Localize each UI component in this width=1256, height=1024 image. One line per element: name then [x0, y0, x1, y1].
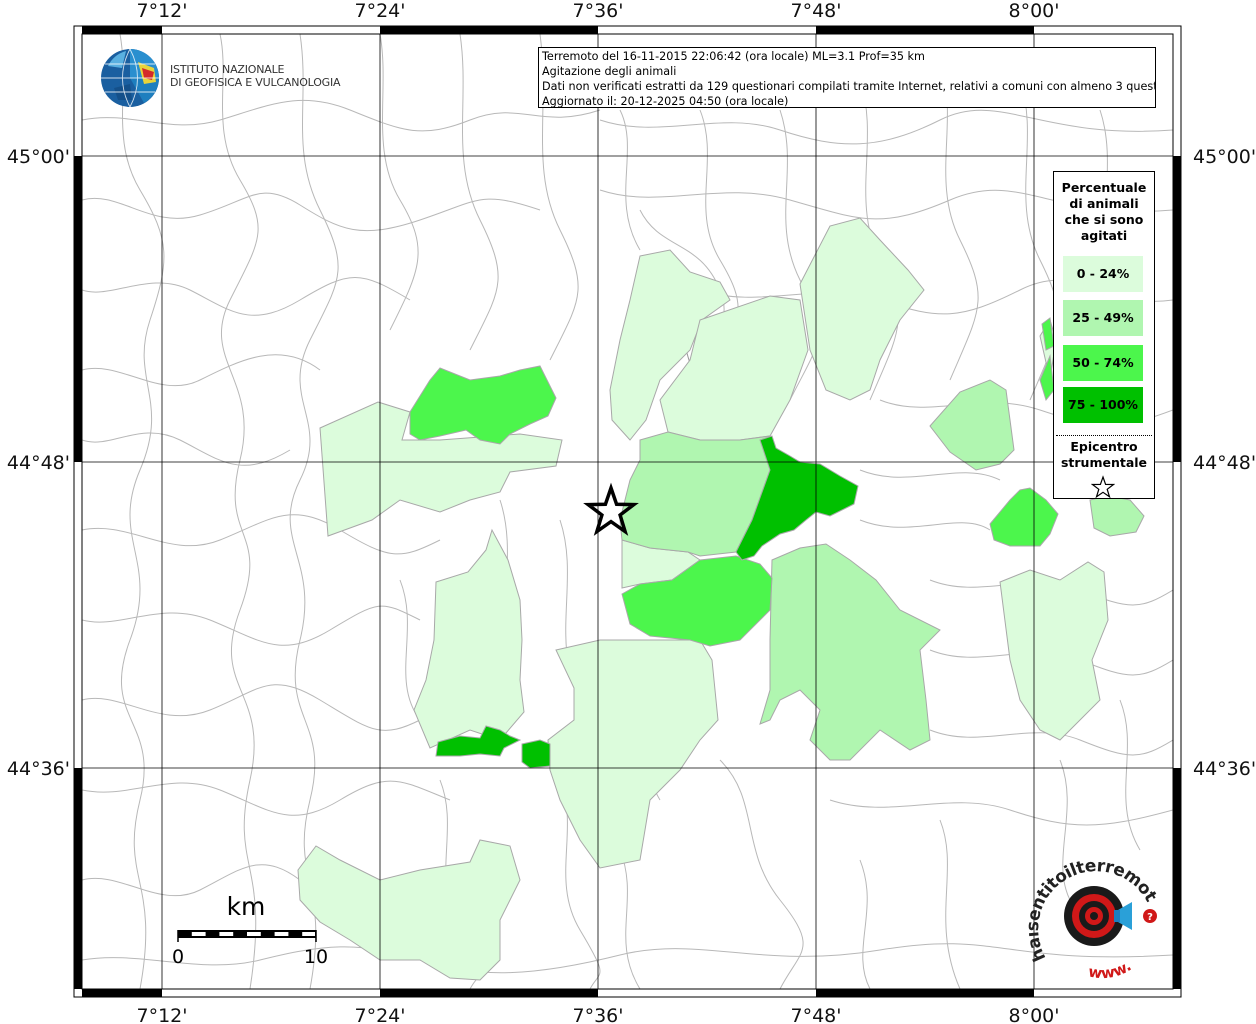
legend-swatch-0-24: 0 - 24%: [1063, 256, 1143, 292]
epicenter-title-line: Epicentro: [1070, 439, 1138, 454]
legend-title-line: di animali: [1069, 196, 1139, 211]
ingv-line1: ISTITUTO NAZIONALE: [170, 63, 285, 76]
scale-end: 10: [304, 946, 328, 968]
legend-swatch-75-100: 75 - 100%: [1063, 387, 1143, 423]
lat-label-right: 45°00': [1193, 146, 1256, 168]
legend-title: Percentuale di animali che si sono agita…: [1054, 180, 1154, 244]
ingv-name: ISTITUTO NAZIONALE DI GEOFISICA E VULCAN…: [170, 63, 341, 89]
ingv-line2: DI GEOFISICA E VULCANOLOGIA: [170, 75, 341, 89]
lon-label-bottom: 7°12': [137, 1005, 188, 1024]
lat-label-right: 44°48': [1193, 452, 1256, 474]
lon-label-bottom: 8°00': [1009, 1005, 1060, 1024]
legend-swatch-25-49: 25 - 49%: [1063, 300, 1143, 336]
lon-label-top: 7°24': [355, 0, 406, 22]
svg-text:www.: www.: [1087, 957, 1134, 980]
globe-icon: [101, 48, 159, 108]
lon-label-top: 7°36': [573, 0, 624, 22]
scale-start: 0: [172, 946, 184, 968]
hsit-logo[interactable]: haisentitoilterremoto.it www. ?: [1028, 860, 1173, 980]
lon-label-bottom: 7°24': [355, 1005, 406, 1024]
map-legend: Percentuale di animali che si sono agita…: [1053, 171, 1155, 499]
lat-label-left: 45°00': [7, 146, 70, 168]
legend-title-line: agitati: [1080, 228, 1128, 243]
update-timestamp: Aggiornato il: 20-12-2025 04:50 (ora loc…: [542, 95, 789, 108]
legend-title-line: che si sono: [1064, 212, 1144, 227]
lat-label-left: 44°48': [7, 452, 70, 474]
lon-label-bottom: 7°48': [791, 1005, 842, 1024]
lat-label-right: 44°36': [1193, 758, 1256, 780]
scale-bar: km 0 10: [172, 892, 328, 968]
epicenter-legend-title: Epicentro strumentale: [1054, 439, 1154, 471]
legend-title-line: Percentuale: [1061, 180, 1147, 195]
lon-label-top: 8°00': [1009, 0, 1060, 22]
epicenter-title-line: strumentale: [1060, 455, 1148, 470]
data-disclaimer: Dati non verificati estratti da 129 ques…: [542, 80, 1156, 93]
scale-unit: km: [227, 892, 266, 921]
lon-label-top: 7°48': [791, 0, 842, 22]
legend-separator: [1056, 435, 1152, 436]
question-icon: ?: [1143, 909, 1157, 923]
logo-url: www.: [1087, 957, 1134, 980]
legend-swatch-50-74: 50 - 74%: [1063, 345, 1143, 381]
event-title: Terremoto del 16-11-2015 22:06:42 (ora l…: [542, 50, 925, 63]
lat-label-left: 44°36': [7, 758, 70, 780]
svg-text:?: ?: [1147, 912, 1153, 923]
epicenter-star-icon: [1091, 475, 1115, 499]
event-info-box: Terremoto del 16-11-2015 22:06:42 (ora l…: [538, 47, 1156, 108]
lon-label-top: 7°12': [137, 0, 188, 22]
map-subject: Agitazione degli animali: [542, 65, 677, 78]
lon-label-bottom: 7°36': [573, 1005, 624, 1024]
